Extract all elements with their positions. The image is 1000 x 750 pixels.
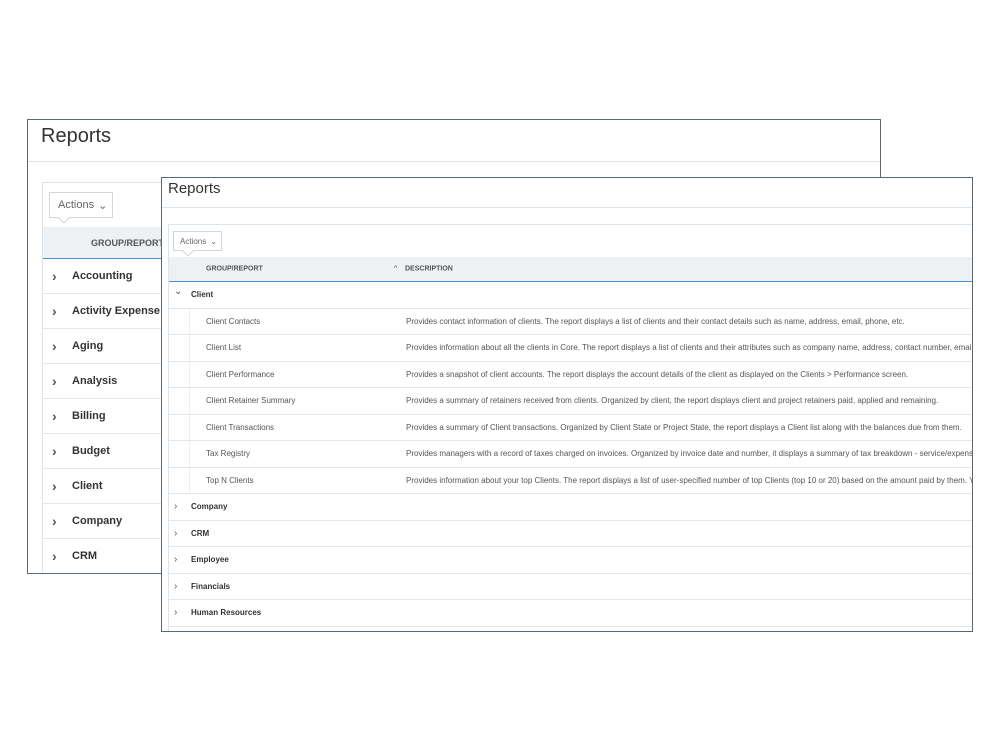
group-name: Budget bbox=[72, 445, 110, 457]
group-row[interactable]: › Financials bbox=[169, 574, 972, 600]
report-row[interactable]: Client List Provides information about al… bbox=[169, 335, 972, 362]
reports-window-front: Reports Actions ⌄ GROUP/REPORT ^ DESCRIPT… bbox=[161, 177, 973, 632]
group-row[interactable]: › Company bbox=[169, 494, 972, 521]
chevron-right-icon[interactable]: › bbox=[43, 408, 72, 424]
table-header: GROUP/REPORT ^ DESCRIPTION bbox=[169, 257, 972, 282]
report-name[interactable]: Top N Clients bbox=[206, 476, 254, 485]
group-name: Client bbox=[191, 290, 214, 300]
chevron-right-icon[interactable]: › bbox=[43, 443, 72, 459]
actions-label: Actions bbox=[58, 199, 95, 211]
chevron-right-icon[interactable]: › bbox=[169, 607, 191, 618]
actions-button[interactable]: Actions ⌄ bbox=[173, 231, 222, 251]
report-name[interactable]: Client Transactions bbox=[206, 423, 274, 432]
group-name: Billing bbox=[72, 410, 106, 422]
chevron-down-icon: ⌄ bbox=[98, 199, 108, 212]
report-name[interactable]: Client Retainer Summary bbox=[206, 396, 295, 405]
chevron-right-icon[interactable]: › bbox=[43, 548, 72, 564]
group-name: Aging bbox=[72, 340, 104, 352]
chevron-down-icon: ⌄ bbox=[210, 236, 217, 246]
chevron-right-icon[interactable]: › bbox=[43, 268, 72, 284]
report-description: Provides information about all the clien… bbox=[406, 343, 973, 353]
report-description: Provides managers with a record of taxes… bbox=[406, 449, 973, 459]
report-row[interactable]: Client Transactions Provides a summary of… bbox=[169, 414, 972, 441]
report-row[interactable]: Client Contacts Provides contact informat… bbox=[169, 308, 972, 335]
group-name: CRM bbox=[72, 550, 98, 562]
chevron-right-icon[interactable]: › bbox=[169, 501, 191, 512]
group-name: Accounting bbox=[72, 270, 133, 282]
group-row[interactable]: › Employee bbox=[169, 547, 972, 574]
chevron-right-icon[interactable]: › bbox=[169, 528, 191, 539]
actions-label: Actions bbox=[180, 236, 207, 246]
group-name: Company bbox=[191, 502, 228, 512]
chevron-right-icon[interactable]: › bbox=[43, 478, 72, 494]
chevron-down-icon[interactable]: ⌄ bbox=[169, 286, 191, 297]
sort-ascending-icon[interactable]: ^ bbox=[394, 266, 397, 273]
page-title: Reports bbox=[168, 180, 221, 197]
group-row[interactable]: ⌄ Client bbox=[169, 282, 972, 309]
report-row[interactable]: Client Retainer Summary Provides a summar… bbox=[169, 388, 972, 415]
column-header-group-report[interactable]: GROUP/REPORT bbox=[91, 238, 164, 248]
divider bbox=[28, 161, 880, 162]
column-header-description[interactable]: DESCRIPTION bbox=[405, 266, 453, 273]
report-description: Provides a summary of Client transaction… bbox=[406, 422, 962, 432]
report-description: Provides a snapshot of client accounts. … bbox=[406, 369, 909, 379]
report-name[interactable]: Tax Registry bbox=[206, 449, 250, 458]
group-name: Client bbox=[72, 480, 103, 492]
report-description: Provides a summary of retainers received… bbox=[406, 396, 939, 406]
actions-button[interactable]: Actions ⌄ bbox=[49, 192, 113, 218]
group-row[interactable]: › CRM bbox=[169, 521, 972, 547]
chevron-right-icon[interactable]: › bbox=[169, 581, 191, 592]
report-name[interactable]: Client Performance bbox=[206, 370, 274, 379]
report-row[interactable]: Top N Clients Provides information about … bbox=[169, 467, 973, 494]
report-row[interactable]: Client Performance Provides a snapshot of… bbox=[169, 361, 972, 388]
report-description: Provides contact information of clients.… bbox=[406, 316, 905, 326]
divider bbox=[162, 207, 972, 208]
report-description: Provides information about your top Clie… bbox=[406, 475, 973, 485]
report-row[interactable]: Tax Registry Provides managers with a rec… bbox=[169, 441, 972, 468]
reports-table: Actions ⌄ GROUP/REPORT ^ DESCRIPTION ⌄ Cli… bbox=[168, 224, 973, 631]
group-name: Employee bbox=[191, 555, 229, 565]
group-name: Analysis bbox=[72, 375, 118, 387]
page-title: Reports bbox=[41, 125, 112, 147]
group-row[interactable]: › Human Resources bbox=[169, 600, 972, 627]
report-name[interactable]: Client Contacts bbox=[206, 317, 260, 326]
group-name: Company bbox=[72, 515, 123, 527]
group-name: CRM bbox=[191, 528, 210, 538]
chevron-right-icon[interactable]: › bbox=[169, 554, 191, 565]
report-name[interactable]: Client List bbox=[206, 343, 241, 352]
chevron-right-icon[interactable]: › bbox=[43, 513, 72, 529]
group-name: Human Resources bbox=[191, 608, 262, 618]
chevron-right-icon[interactable]: › bbox=[43, 338, 72, 354]
group-name: Financials bbox=[191, 581, 231, 591]
chevron-right-icon[interactable]: › bbox=[43, 303, 72, 319]
column-header-group-report[interactable]: GROUP/REPORT bbox=[206, 266, 263, 273]
chevron-right-icon[interactable]: › bbox=[43, 373, 72, 389]
